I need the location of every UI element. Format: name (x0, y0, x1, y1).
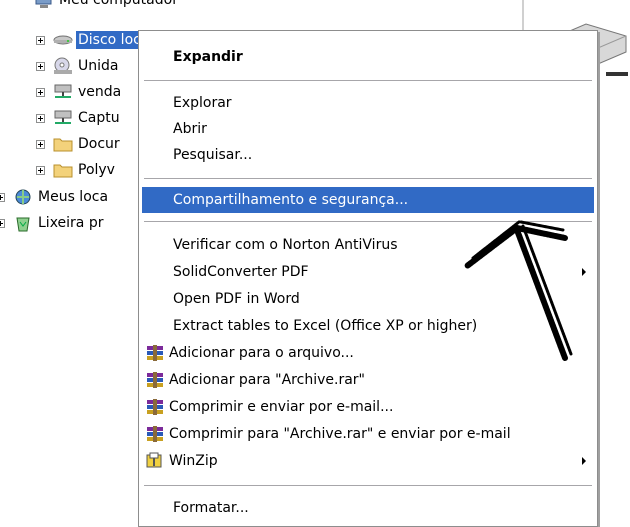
folder-icon (53, 161, 73, 179)
menu-item-label: Pesquisar... (173, 147, 253, 163)
folder-icon (53, 135, 73, 153)
tree-item-label: Meu computador (59, 0, 178, 8)
menu-item-label: Adicionar para o arquivo... (169, 345, 354, 361)
tree-item-label: Polyv (78, 162, 115, 178)
annotation-arrow-icon (464, 220, 573, 361)
network-drive-icon (53, 109, 73, 127)
menu-item-winzip[interactable]: WinZip (142, 448, 594, 474)
expand-icon[interactable] (36, 139, 45, 149)
winzip-icon (145, 452, 165, 470)
tree-item-label: Docur (78, 136, 120, 152)
winrar-icon (145, 398, 165, 416)
menu-item-label: Comprimir para "Archive.rar" e enviar po… (169, 426, 511, 442)
tree-item-label: venda (78, 84, 122, 100)
menu-item-label: Abrir (173, 121, 207, 137)
menu-item-label: Formatar... (173, 500, 249, 516)
menu-item-open[interactable]: Abrir (142, 116, 594, 142)
menu-item-label: Extract tables to Excel (Office XP or hi… (173, 318, 478, 334)
menu-item-add-to-archive-rar[interactable]: Adicionar para "Archive.rar" (142, 367, 594, 393)
tree-item-label: Lixeira pr (38, 215, 104, 231)
tree-item-network-places[interactable]: Meus loca (0, 184, 110, 210)
expand-icon[interactable] (36, 165, 45, 175)
tree-item-network-drive-venda[interactable]: venda (36, 79, 123, 105)
tree-item-label: Unida (78, 58, 119, 74)
menu-item-label: Open PDF in Word (173, 291, 300, 307)
winrar-icon (145, 371, 165, 389)
menu-item-label: WinZip (169, 453, 218, 469)
tree-item-network-drive-captu[interactable]: Captu (36, 105, 122, 131)
recycle-bin-icon (13, 214, 33, 232)
menu-item-label: Adicionar para "Archive.rar" (169, 372, 365, 388)
menu-item-label: Expandir (173, 49, 243, 65)
my-computer-icon (34, 0, 54, 9)
menu-item-explore[interactable]: Explorar (142, 90, 594, 116)
expand-icon[interactable] (36, 87, 45, 97)
winrar-icon (145, 344, 165, 362)
menu-item-label: Comprimir e enviar por e-mail... (169, 399, 394, 415)
menu-item-format[interactable]: Formatar... (142, 495, 594, 521)
expand-icon[interactable] (36, 113, 45, 123)
expand-icon[interactable] (36, 61, 45, 71)
cd-drive-icon (53, 57, 73, 75)
network-places-icon (13, 188, 33, 206)
menu-item-search[interactable]: Pesquisar... (142, 142, 594, 168)
tree-item-label: Captu (78, 110, 120, 126)
menu-separator (144, 178, 592, 179)
menu-item-compress-email[interactable]: Comprimir e enviar por e-mail... (142, 394, 594, 420)
menu-separator (144, 485, 592, 486)
expand-icon[interactable] (36, 35, 45, 45)
hard-drive-icon (53, 31, 73, 49)
menu-item-expand[interactable]: Expandir (142, 44, 594, 70)
tree-item-cd-drive[interactable]: Unida (36, 53, 120, 79)
tree-item-recycle-bin[interactable]: Lixeira pr (0, 210, 105, 236)
tree-item-folder-docur[interactable]: Docur (36, 131, 122, 157)
network-drive-icon (53, 83, 73, 101)
expand-icon[interactable] (0, 218, 5, 228)
menu-item-label: SolidConverter PDF (173, 264, 309, 280)
menu-item-label: Explorar (173, 95, 232, 111)
menu-item-compress-archive-rar-email[interactable]: Comprimir para "Archive.rar" e enviar po… (142, 421, 594, 447)
menu-item-label: Verificar com o Norton AntiVirus (173, 237, 398, 253)
menu-separator (144, 80, 592, 81)
submenu-arrow-icon (582, 457, 586, 465)
tree-item-label: Meus loca (38, 189, 109, 205)
tree-item-my-computer[interactable]: Meu computador (14, 0, 180, 13)
expand-icon[interactable] (0, 192, 5, 202)
winrar-icon (145, 425, 165, 443)
menu-item-label: Compartilhamento e segurança... (173, 192, 409, 208)
tree-item-folder-polyv[interactable]: Polyv (36, 157, 117, 183)
